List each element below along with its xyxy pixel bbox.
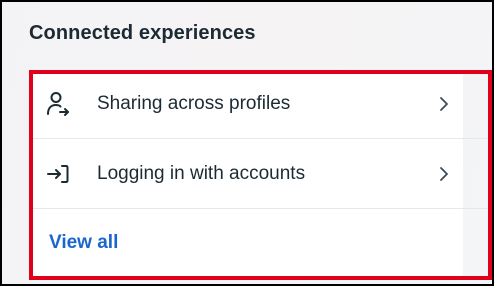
chevron-right-icon: [437, 94, 451, 114]
screenshot-frame: Connected experiences Sharing across pro…: [0, 0, 494, 286]
sharing-across-profiles-item[interactable]: Sharing across profiles: [29, 70, 463, 138]
connected-experiences-card: Sharing across profiles Logging in with …: [29, 70, 489, 278]
divider: [29, 208, 489, 209]
login-arrow-icon: [45, 161, 71, 187]
sharing-across-profiles-label: Sharing across profiles: [97, 93, 291, 114]
chevron-right-icon: [437, 164, 451, 184]
section-title: Connected experiences: [29, 22, 256, 44]
logging-in-with-accounts-label: Logging in with accounts: [97, 163, 306, 184]
profile-share-icon: [45, 91, 71, 117]
view-all-link[interactable]: View all: [49, 232, 118, 254]
divider: [29, 138, 489, 139]
logging-in-with-accounts-item[interactable]: Logging in with accounts: [29, 140, 463, 208]
